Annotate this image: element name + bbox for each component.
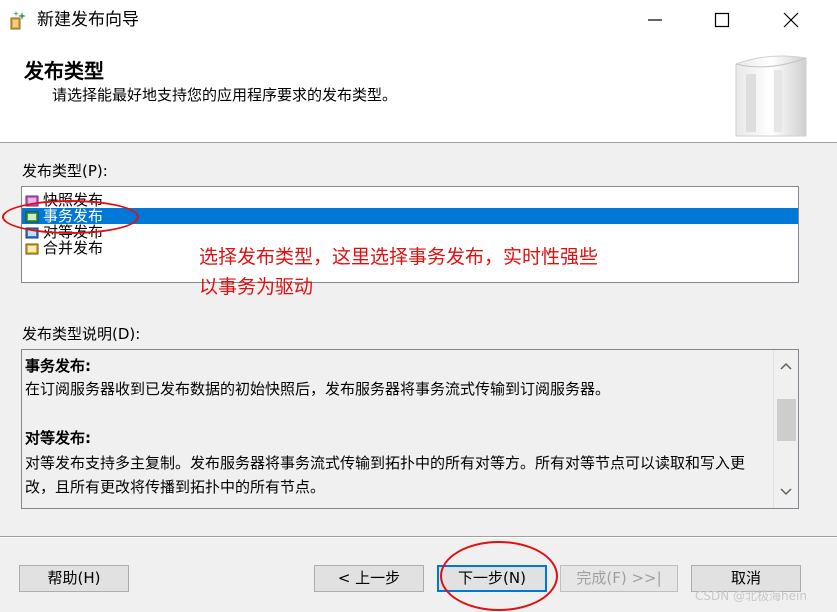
finish-button[interactable]: 完成(F) >>| bbox=[560, 565, 678, 592]
chevron-up-icon[interactable] bbox=[780, 362, 792, 370]
window-title: 新建发布向导 bbox=[37, 10, 139, 30]
page-title: 发布类型 bbox=[24, 59, 104, 83]
merge-publication-icon bbox=[25, 241, 39, 255]
close-button[interactable] bbox=[762, 0, 822, 40]
maximize-icon bbox=[714, 12, 730, 28]
description-section-title: 事务发布: bbox=[25, 357, 91, 375]
wizard-header: 发布类型 请选择能最好地支持您的应用程序要求的发布类型。 bbox=[0, 40, 837, 143]
annotation-text: 以事务为驱动 bbox=[199, 276, 314, 298]
chevron-down-icon[interactable] bbox=[780, 488, 792, 496]
maximize-button[interactable] bbox=[693, 0, 753, 40]
annotation-circle bbox=[2, 200, 139, 234]
description-label: 发布类型说明(D): bbox=[22, 325, 141, 343]
wizard-app-icon bbox=[8, 10, 28, 30]
description-section-title: 对等发布: bbox=[25, 429, 91, 447]
minimize-button[interactable] bbox=[626, 0, 686, 40]
wizard-banner-icon bbox=[728, 46, 814, 142]
list-item-peer-to-peer-publication[interactable]: 对等发布 bbox=[22, 223, 798, 241]
help-button[interactable]: 帮助(H) bbox=[19, 565, 129, 592]
page-subtitle: 请选择能最好地支持您的应用程序要求的发布类型。 bbox=[52, 86, 398, 104]
close-icon bbox=[783, 12, 799, 28]
scrollbar-thumb[interactable] bbox=[777, 399, 796, 441]
minimize-icon bbox=[648, 19, 662, 21]
previous-button[interactable]: < 上一步 bbox=[314, 565, 424, 592]
description-section-text: 对等发布支持多主复制。发布服务器将事务流式传输到拓扑中的所有对等方。所有对等节点… bbox=[25, 454, 746, 496]
watermark-text: CSDN @北极海hein bbox=[695, 589, 807, 603]
list-item-snapshot-publication[interactable]: 快照发布 bbox=[22, 191, 798, 209]
title-bar: 新建发布向导 bbox=[0, 0, 837, 40]
annotation-text: 选择发布类型，这里选择事务发布，实时性强些 bbox=[199, 246, 599, 268]
description-section-text: 在订阅服务器收到已发布数据的初始快照后，发布服务器将事务流式传输到订阅服务器。 bbox=[25, 380, 611, 398]
list-item-label: 合并发布 bbox=[43, 239, 104, 257]
annotation-circle bbox=[440, 541, 558, 611]
description-scrollbar[interactable] bbox=[773, 350, 798, 508]
publication-type-label: 发布类型(P): bbox=[22, 162, 108, 180]
footer-divider bbox=[0, 536, 837, 538]
publication-type-description[interactable]: 事务发布: 在订阅服务器收到已发布数据的初始快照后，发布服务器将事务流式传输到订… bbox=[21, 349, 799, 509]
